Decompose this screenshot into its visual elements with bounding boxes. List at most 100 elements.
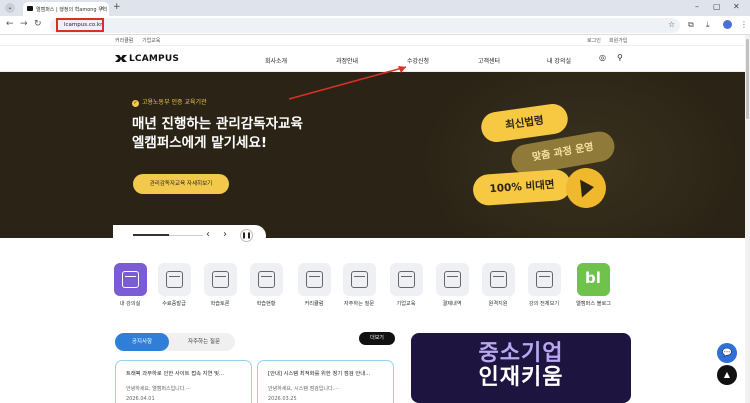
notice-title: [안내] 시스템 최적화를 위한 정기 점검 안내... [268, 371, 371, 377]
quick-menu-certificate[interactable]: 수료증발급 [157, 263, 191, 307]
discussion-icon [203, 263, 237, 296]
tab-title: 엘캠퍼스 | 행정의 혁among 우리 [36, 7, 108, 13]
more-button[interactable]: 더보기 [359, 332, 395, 345]
menu-support[interactable]: 고객센터 [478, 56, 500, 65]
back-icon[interactable]: ← [6, 19, 14, 29]
menu-about[interactable]: 회사소개 [265, 56, 287, 65]
new-tab-icon[interactable]: + [113, 2, 121, 12]
util-link-curriculum[interactable]: 커리큘럼 [115, 37, 133, 44]
reload-icon[interactable]: ↻ [34, 19, 42, 29]
user-icon[interactable]: ◎ [599, 53, 609, 63]
grid-icon [527, 263, 561, 296]
monitor-glyph [121, 271, 139, 288]
monitor-glyph-line [124, 276, 136, 278]
checklist-icon [249, 263, 283, 296]
tab-faq[interactable]: 자주하는 질문 [175, 333, 233, 351]
maximize-icon[interactable]: ▢ [713, 2, 721, 11]
quick-menu-label: 엘캠퍼스 블로그 [576, 301, 612, 307]
quick-menu-remote-support[interactable]: 원격지원 [481, 263, 515, 307]
quick-menu-label: 수료증발급 [162, 301, 186, 307]
board-tabs: 공지사항 자주하는 질문 [115, 333, 235, 351]
download-icon[interactable]: ⤓ [706, 20, 710, 30]
browser-menu-icon[interactable]: ⋮ [740, 20, 748, 29]
cubes-glyph-line [308, 276, 320, 278]
card-glyph [443, 271, 461, 288]
cubes-icon [297, 263, 331, 296]
search-icon[interactable]: ⚲ [617, 53, 627, 63]
site-logo[interactable]: LCAMPUS [115, 54, 179, 64]
hero-headline: 매년 진행하는 관리감독자교육 엘캠퍼스에게 맡기세요! [132, 115, 303, 153]
browser-toolbar: ← → ↻ lcampus.co.kr ☆ ⧉ ⤓ ⋮ [0, 16, 750, 35]
close-window-icon[interactable]: ✕ [733, 2, 740, 11]
promo-banner[interactable]: 중소기업 인재키움 [411, 333, 631, 403]
printer-icon [157, 263, 191, 296]
signup-link[interactable]: 회원가입 [609, 37, 627, 44]
scrollbar-thumb[interactable] [746, 39, 749, 119]
extensions-icon[interactable]: ⧉ [688, 20, 694, 30]
grid-glyph [535, 271, 553, 288]
scroll-top-icon[interactable]: ▲ [717, 365, 737, 385]
headset-icon [481, 263, 515, 296]
address-bar[interactable] [50, 18, 680, 33]
prev-slide-icon[interactable]: ‹ [206, 229, 210, 240]
chat-glyph [350, 271, 368, 288]
card-icon [435, 263, 469, 296]
utility-bar: 커리큘럼 기업교육 로그인 회원가입 [0, 35, 745, 46]
url-text[interactable]: lcampus.co.kr [56, 18, 104, 32]
tab-notice[interactable]: 공지사항 [115, 333, 169, 351]
bookmark-star-icon[interactable]: ☆ [668, 20, 675, 29]
chat-icon[interactable]: 💬 [717, 343, 737, 363]
quick-menu-all-courses[interactable]: 강의 전체보기 [527, 263, 561, 307]
forward-icon[interactable]: → [20, 19, 28, 29]
menu-enroll[interactable]: 수강신청 [407, 56, 429, 65]
close-tab-icon[interactable]: ✕ [100, 5, 105, 12]
hero-badge-text: 고용노동부 인증 교육기관 [142, 99, 207, 106]
chat-bubble-icon [342, 263, 376, 296]
banner-line2: 인재키움 [478, 365, 564, 390]
hero-headline-line1: 매년 진행하는 관리감독자교육 [132, 116, 303, 132]
notice-summary: 안녕하세요, 시스템 점검입니다.··· [268, 386, 339, 392]
minimize-icon[interactable]: – [695, 2, 699, 11]
page-scrollbar[interactable] [745, 35, 750, 403]
pause-icon[interactable]: ❚❚ [240, 229, 253, 242]
notice-card[interactable]: [안내] 시스템 최적화를 위한 정기 점검 안내... 안녕하세요, 시스템 … [257, 360, 394, 403]
discussion-glyph-line [214, 276, 226, 278]
logo-mark-icon [115, 55, 127, 62]
login-link[interactable]: 로그인 [587, 37, 601, 44]
tab-search-icon[interactable]: ⌄ [5, 3, 15, 13]
quick-menu-discussion[interactable]: 학습토론 [203, 263, 237, 307]
slide-progress [133, 234, 203, 236]
hero-cta-button[interactable]: 관리감독자교육 자세히보기 [133, 174, 229, 194]
quick-menu-progress[interactable]: 학습현황 [249, 263, 283, 307]
notice-summary: 안녕하세요, 엘캠퍼스입니다.··· [126, 386, 191, 392]
notice-card[interactable]: 트래픽 과부하로 인한 사이트 접속 지연 및... 안녕하세요, 엘캠퍼스입니… [115, 360, 252, 403]
quick-menu-payments[interactable]: 결제내역 [435, 263, 469, 307]
monitor-icon [113, 263, 147, 296]
presentation-glyph [397, 271, 415, 288]
quick-menu-label: 학습현황 [256, 301, 276, 307]
blog-glyph: bl [585, 269, 601, 287]
logo-text: LCAMPUS [129, 54, 180, 64]
next-slide-icon[interactable]: › [223, 229, 227, 240]
menu-courses[interactable]: 과정안내 [336, 56, 358, 65]
quick-menu-corporate[interactable]: 기업교육 [389, 263, 423, 307]
slide-progress-fill [133, 234, 169, 236]
quick-menu-label: 학습토론 [210, 301, 230, 307]
favicon-icon [27, 6, 33, 11]
notice-date: 2026.04.01 [126, 396, 155, 402]
hero-badge: ✓ 고용노동부 인증 교육기관 [132, 97, 207, 107]
headset-glyph-line [492, 276, 504, 278]
quick-menu-curriculum[interactable]: 커리큘럼 [297, 263, 331, 307]
quick-menu-faq[interactable]: 자주하는 질문 [342, 263, 376, 307]
util-link-corporate[interactable]: 기업교육 [142, 37, 160, 44]
quick-menu-blog[interactable]: bl 엘캠퍼스 블로그 [576, 263, 612, 307]
checklist-glyph [257, 271, 275, 288]
browser-tab[interactable]: 엘캠퍼스 | 행정의 혁among 우리 ✕ [23, 2, 109, 16]
discussion-glyph [211, 271, 229, 288]
quick-menu-label: 결제내역 [442, 301, 462, 307]
quick-menu-my-classroom[interactable]: 내 강의실 [113, 263, 147, 307]
menu-my-classroom[interactable]: 내 강의실 [547, 56, 571, 65]
hero-banner: ✓ 고용노동부 인증 교육기관 매년 진행하는 관리감독자교육 엘캠퍼스에게 맡기… [0, 72, 745, 238]
profile-avatar[interactable] [723, 20, 732, 29]
cubes-glyph [305, 271, 323, 288]
